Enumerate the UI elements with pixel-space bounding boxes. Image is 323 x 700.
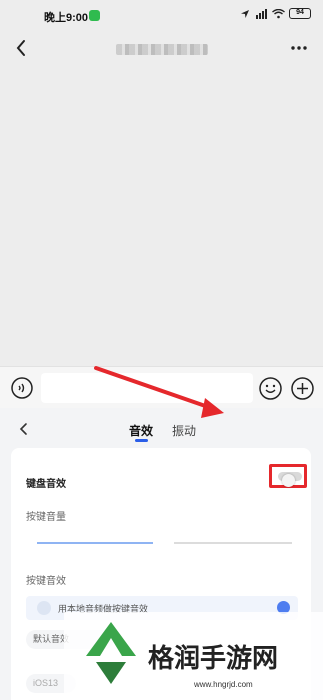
keyboard-sound-toggle-highlight <box>269 464 307 488</box>
keyboard-sound-toggle[interactable] <box>278 472 302 487</box>
chat-title-blurred <box>116 44 208 55</box>
ios13-sound-label: iOS13 <box>33 678 59 688</box>
toggle-knob <box>282 474 295 487</box>
watermark-url: www.hngrjd.com <box>194 680 253 689</box>
watermark-brand: 格润手游网 <box>148 644 279 674</box>
watermark: 格润手游网 www.hngrjd.com <box>64 612 323 700</box>
wechat-notification-icon <box>89 10 100 21</box>
voice-icon[interactable] <box>11 377 33 399</box>
input-bar <box>0 366 323 408</box>
chat-message-area <box>0 66 323 366</box>
brand-logo-icon <box>86 622 136 684</box>
volume-slider-track[interactable] <box>174 542 292 544</box>
panel-back-icon[interactable] <box>16 421 32 437</box>
tab-vibration[interactable]: 振动 <box>172 422 196 439</box>
key-sound-label: 按键音效 <box>26 576 66 587</box>
keyboard-sound-label: 键盘音效 <box>26 479 66 490</box>
chat-header <box>0 30 323 66</box>
battery-icon: 94 <box>289 8 311 19</box>
tab-sound-effects[interactable]: 音效 <box>129 422 153 439</box>
back-icon[interactable] <box>12 36 32 60</box>
volume-slider-fill[interactable] <box>37 542 153 544</box>
emoji-icon[interactable] <box>259 377 282 400</box>
plus-icon[interactable] <box>291 377 314 400</box>
wifi-icon <box>272 8 285 18</box>
message-input[interactable] <box>41 373 253 403</box>
status-time: 晚上9:00 <box>44 12 89 24</box>
status-bar: 晚上9:00 94 <box>0 0 323 30</box>
active-tab-indicator <box>135 439 148 442</box>
signal-icon <box>256 8 267 19</box>
key-volume-label: 按键音量 <box>26 512 66 523</box>
more-icon[interactable] <box>287 36 311 60</box>
status-icons: 94 <box>240 8 311 19</box>
location-icon <box>241 9 249 18</box>
music-icon <box>37 601 51 615</box>
